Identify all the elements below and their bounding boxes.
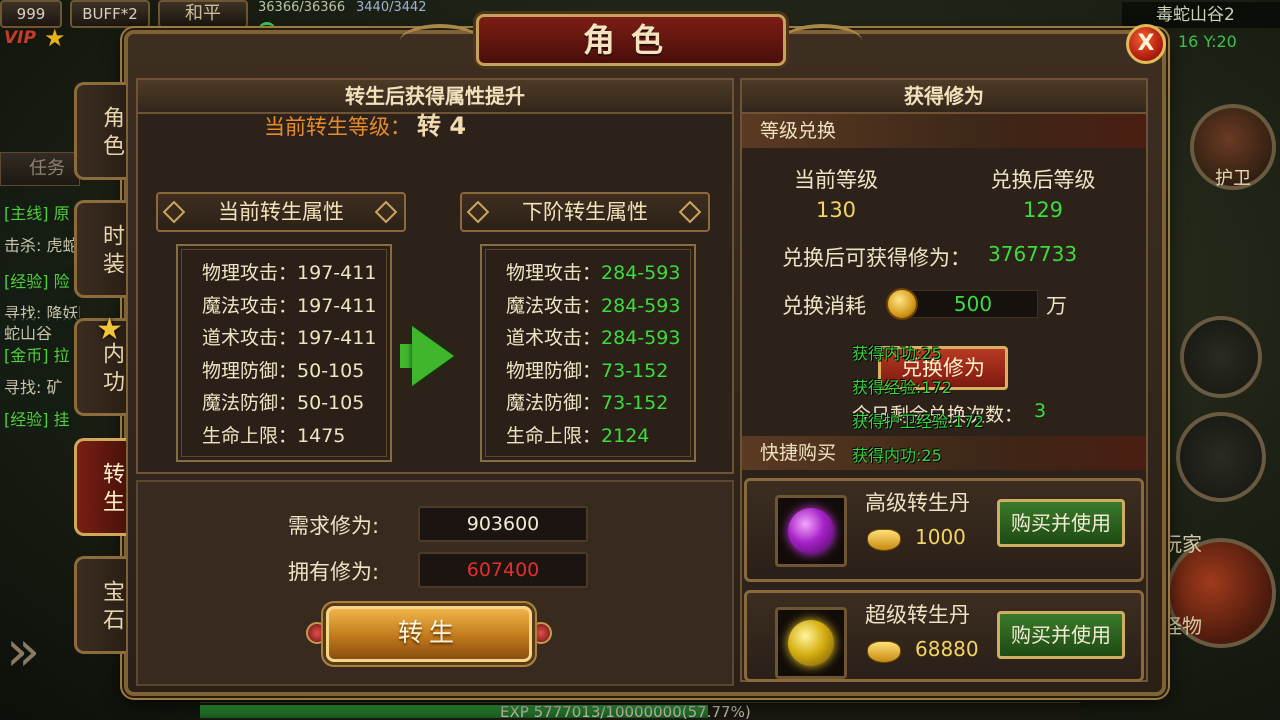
item-icon-frame <box>775 607 847 679</box>
pk-mode-button[interactable]: 和平 <box>158 0 248 28</box>
quest-line[interactable]: [金币] 拉 <box>0 340 80 368</box>
button-ornament-icon <box>530 622 552 644</box>
item-name: 超级转生丹 <box>865 603 970 627</box>
reward-popup-text: 获得内功:25 <box>852 446 942 465</box>
level-exchange-header: 等级兑换 <box>742 114 1146 148</box>
tab-gems[interactable]: 宝石 <box>74 556 126 654</box>
gold-orb-icon <box>788 620 834 666</box>
reward-popup-text: 获得内功:25 <box>852 344 942 363</box>
exchange-cost-value: 500 <box>908 290 1038 318</box>
quest-line[interactable]: [主线] 原 <box>0 198 80 226</box>
current-stats-banner: 当前转生属性 <box>156 192 406 232</box>
stat-row: 生命上限：1475 <box>202 424 346 447</box>
item-price: 1000 <box>915 525 966 549</box>
current-level-value: 130 <box>815 198 857 222</box>
reward-popup-text: 获得护卫经验:172 <box>852 412 984 431</box>
exchange-cost-label: 兑换消耗 <box>782 294 866 318</box>
after-level-label: 兑换后等级 <box>990 168 1096 192</box>
stat-row: 道术攻击：284-593 <box>506 327 681 349</box>
buy-and-use-button[interactable]: 购买并使用 <box>997 499 1125 547</box>
tab-character[interactable]: 角色 <box>74 82 126 180</box>
stat-row: 魔法攻击：197-411 <box>202 294 377 317</box>
expand-arrow-icon[interactable]: » <box>6 612 54 692</box>
rebirth-button[interactable]: 转生 <box>326 606 532 662</box>
remaining-exchanges-value: 3 <box>1034 400 1047 422</box>
button-ornament-icon <box>306 622 328 644</box>
quest-line[interactable]: 寻找: 矿 <box>0 372 80 400</box>
cultivation-section-header: 获得修为 <box>742 80 1146 114</box>
exchange-gain-label: 兑换后可获得修为： <box>782 246 971 270</box>
current-rebirth-level-value: 转 4 <box>416 112 467 140</box>
exchange-cost-unit: 万 <box>1046 294 1067 318</box>
title-wing-right <box>782 24 862 58</box>
next-stats-list: 物理攻击：284-593 魔法攻击：284-593 道术攻击：284-593 物… <box>480 244 696 462</box>
monster-button-label[interactable]: 怪物 <box>1162 610 1202 639</box>
item-name: 高级转生丹 <box>865 491 970 515</box>
after-level-value: 129 <box>1022 198 1064 222</box>
gold-ingot-icon <box>867 529 901 551</box>
tab-fashion[interactable]: 时装 <box>74 200 126 298</box>
purple-orb-icon <box>788 508 834 554</box>
current-rebirth-level: 当前转生等级：转 4 <box>160 106 570 141</box>
quest-line[interactable]: 击杀: 虎蛇 <box>0 230 80 258</box>
tab-rebirth[interactable]: 转生 <box>74 438 126 536</box>
quick-buy-item: 超级转生丹 68880 购买并使用 <box>744 590 1144 682</box>
reward-popup-text: 获得经验:172 <box>852 378 952 397</box>
required-cultivation-value: 903600 <box>418 506 588 542</box>
star-icon: ★ <box>96 312 123 347</box>
stat-row: 物理防御：50-105 <box>202 359 365 382</box>
exchange-gain-value: 3767733 <box>988 242 1078 266</box>
item-icon-frame <box>775 495 847 567</box>
next-stats-banner: 下阶转生属性 <box>460 192 710 232</box>
stat-row: 物理攻击：284-593 <box>506 262 681 284</box>
required-cultivation-label: 需求修为: <box>288 514 380 538</box>
gold-coin-icon <box>886 288 918 320</box>
buff-indicator[interactable]: BUFF*2 <box>70 0 150 28</box>
current-rebirth-level-label: 当前转生等级： <box>263 115 411 139</box>
owned-cultivation-value: 607400 <box>418 552 588 588</box>
quest-line[interactable]: [经验] 险 <box>0 266 80 294</box>
panel-title: 角色 <box>476 14 786 66</box>
close-button[interactable]: X <box>1126 24 1166 64</box>
buy-and-use-button[interactable]: 购买并使用 <box>997 611 1125 659</box>
owned-cultivation-label: 拥有修为: <box>288 560 380 584</box>
map-coordinates: 16 Y:20 <box>1178 32 1237 51</box>
hp-readout: 36366/36366 <box>258 0 346 15</box>
stat-row: 道术攻击：197-411 <box>202 327 377 349</box>
exp-bar: EXP 5777013/10000000(57.77%) <box>200 702 1080 720</box>
mp-readout: 3440/3442 <box>356 0 427 15</box>
right-arrow-icon <box>412 326 454 386</box>
quest-line[interactable]: [经验] 挂 <box>0 404 80 432</box>
current-level-label: 当前等级 <box>794 168 878 192</box>
vip-label[interactable]: VIP <box>4 28 36 48</box>
vip-star-icon: ★ <box>44 24 66 52</box>
stat-row: 生命上限：2124 <box>506 424 650 447</box>
skill-slot-button[interactable] <box>1180 316 1262 398</box>
player-button-label[interactable]: 玩家 <box>1162 528 1202 557</box>
stat-row: 魔法防御：73-152 <box>506 392 669 414</box>
stat-row: 物理攻击：197-411 <box>202 262 377 284</box>
quick-buy-item: 高级转生丹 1000 购买并使用 <box>744 478 1144 582</box>
title-wing-left <box>400 24 480 58</box>
stat-row: 魔法防御：50-105 <box>202 392 365 414</box>
guard-button[interactable]: 护卫 <box>1190 104 1276 190</box>
item-price: 68880 <box>915 637 979 661</box>
stat-row: 物理防御：73-152 <box>506 359 669 382</box>
exp-text: EXP 5777013/10000000(57.77%) <box>500 703 751 720</box>
quest-tab[interactable]: 任务 <box>0 152 80 186</box>
current-stats-list: 物理攻击：197-411 魔法攻击：197-411 道术攻击：197-411 物… <box>176 244 392 462</box>
skill-slot-button[interactable] <box>1176 412 1266 502</box>
stat-row: 魔法攻击：284-593 <box>506 294 681 317</box>
gold-ingot-icon <box>867 641 901 663</box>
quick-buy-header: 快捷购买 <box>742 436 1146 470</box>
